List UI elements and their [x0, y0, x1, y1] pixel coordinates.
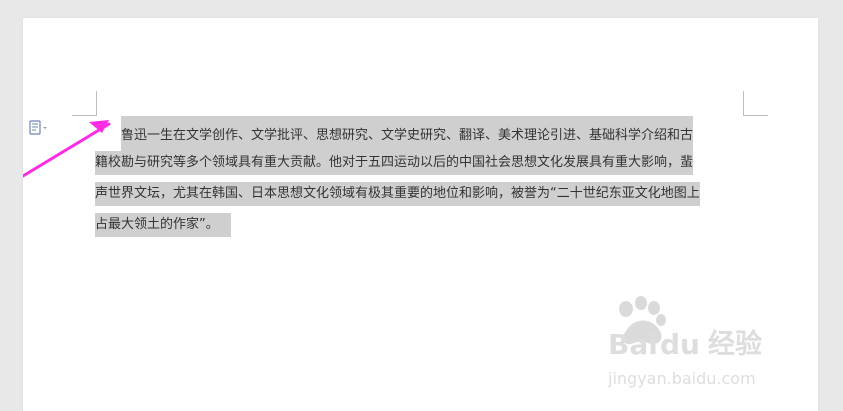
document-viewport: 鲁迅一生在文学创作、文学批评、思想研究、文学史研究、翻译、美术理论引进、基础科学…: [0, 0, 843, 411]
baidu-paw-logo-icon: Bai du 经验 jingyan.baidu.com: [608, 296, 762, 388]
paragraph-line-3-text: 声世界文坛，尤其在韩国、日本思想文化领域有极其重要的地位和影响，被誉为“二十世纪…: [95, 182, 700, 206]
baidu-jingyan-watermark: Bai du 经验 jingyan.baidu.com: [608, 296, 790, 391]
paragraph-line-4-text: 占最大领土的作家”。: [95, 213, 231, 237]
paragraph-line-2-text: 籍校勘与研究等多个领域具有重大贡献。他对于五四运动以后的中国社会思想文化发展具有…: [95, 151, 694, 175]
paragraph-line-1[interactable]: 鲁迅一生在文学创作、文学批评、思想研究、文学史研究、翻译、美术理论引进、基础科学…: [95, 116, 745, 156]
paragraph-line-3[interactable]: 声世界文坛，尤其在韩国、日本思想文化领域有极其重要的地位和影响，被誉为“二十世纪…: [95, 178, 745, 209]
top-right-margin-marker: [743, 91, 768, 116]
paragraph-line-4[interactable]: 占最大领土的作家”。: [95, 209, 745, 240]
watermark-url: jingyan.baidu.com: [608, 369, 756, 388]
watermark-product: 经验: [708, 328, 762, 360]
top-left-margin-marker: [72, 91, 97, 116]
paste-options-icon: [29, 120, 47, 135]
watermark-brand-suffix: du: [660, 328, 700, 361]
selected-paragraph[interactable]: 鲁迅一生在文学创作、文学批评、思想研究、文学史研究、翻译、美术理论引进、基础科学…: [95, 116, 745, 240]
chevron-down-icon: [43, 127, 47, 129]
paragraph-line-2[interactable]: 籍校勘与研究等多个领域具有重大贡献。他对于五四运动以后的中国社会思想文化发展具有…: [95, 147, 745, 178]
paste-options-button[interactable]: [29, 120, 55, 136]
document-page: 鲁迅一生在文学创作、文学批评、思想研究、文学史研究、翻译、美术理论引进、基础科学…: [23, 18, 818, 411]
watermark-brand: Bai: [608, 328, 658, 361]
